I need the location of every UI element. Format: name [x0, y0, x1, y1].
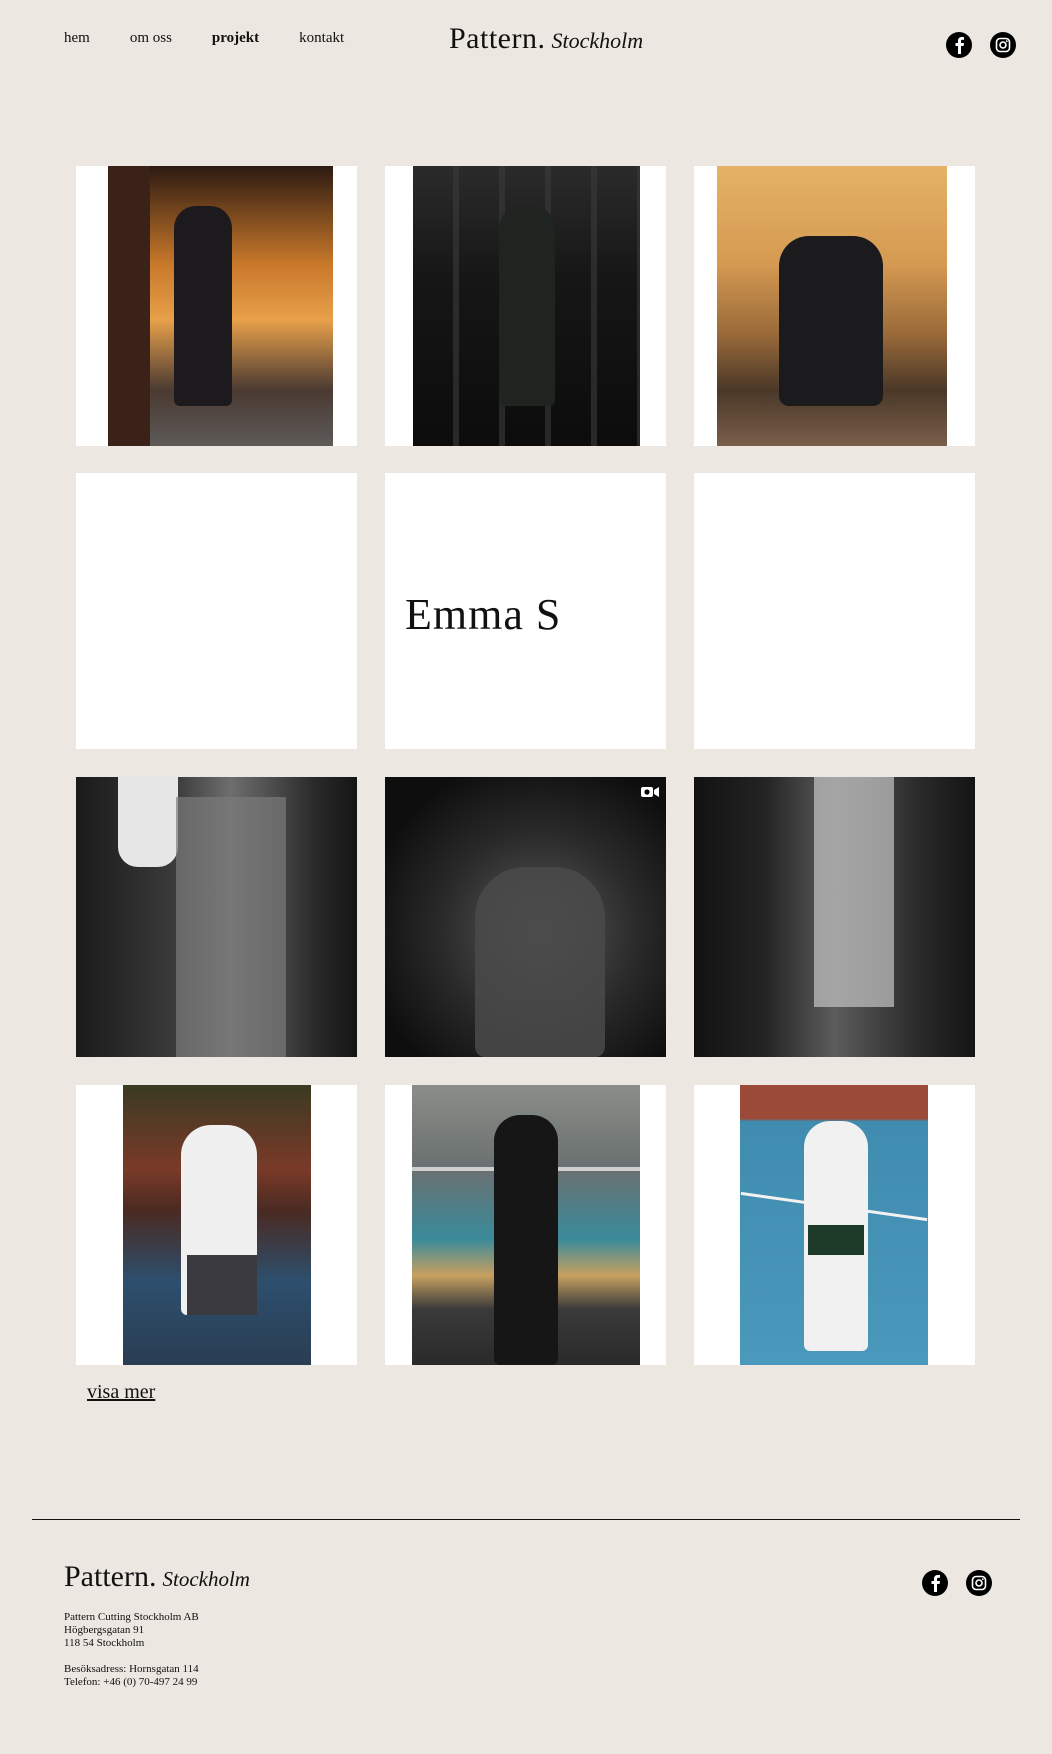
header-social-links	[946, 32, 1016, 58]
project-photo	[76, 777, 357, 1057]
project-tile[interactable]	[385, 166, 666, 446]
site-logo[interactable]: Pattern. Stockholm	[449, 22, 643, 56]
instagram-icon[interactable]	[966, 1570, 992, 1596]
footer-logo[interactable]: Pattern. Stockholm	[64, 1560, 250, 1594]
nav-item-projekt[interactable]: projekt	[212, 30, 259, 47]
project-photo	[123, 1085, 311, 1365]
street-address: Högbergsgatan 91	[64, 1624, 145, 1636]
project-photo	[108, 166, 333, 446]
company-name: Pattern Cutting Stockholm AB	[64, 1611, 199, 1623]
phone-number[interactable]: Telefon: +46 (0) 70-497 24 99	[64, 1676, 199, 1689]
project-photo	[412, 1085, 640, 1365]
facebook-icon[interactable]	[922, 1570, 948, 1596]
project-tile-blank[interactable]	[76, 473, 357, 749]
footer-logo-main: Pattern.	[64, 1560, 157, 1593]
project-photo	[694, 777, 975, 1057]
nav-item-hem[interactable]: hem	[64, 30, 90, 47]
brand-tile-text: Emma S	[405, 590, 562, 639]
logo-script: Stockholm	[551, 28, 644, 53]
nav-item-om-oss[interactable]: om oss	[130, 30, 172, 47]
project-photo	[385, 777, 666, 1057]
project-grid: Emma S	[76, 166, 975, 1365]
project-photo	[413, 166, 640, 446]
project-tile-blank[interactable]	[694, 473, 975, 749]
instagram-icon[interactable]	[990, 32, 1016, 58]
project-photo	[740, 1085, 928, 1365]
video-camera-icon	[641, 787, 659, 797]
footer-logo-script: Stockholm	[162, 1567, 250, 1591]
footer-contact-info: Pattern Cutting Stockholm AB Högbergsgat…	[64, 1611, 199, 1689]
project-tile[interactable]	[694, 1085, 975, 1365]
postal-city: 118 54 Stockholm	[64, 1637, 145, 1649]
visiting-address: Besöksadress: Hornsgatan 114	[64, 1663, 199, 1675]
project-tile-video[interactable]	[385, 777, 666, 1057]
brand-tile-emma-s[interactable]: Emma S	[385, 473, 666, 749]
footer-divider	[32, 1519, 1020, 1520]
project-tile[interactable]	[694, 777, 975, 1057]
main-nav: hem om oss projekt kontakt	[64, 30, 384, 47]
show-more-link[interactable]: visa mer	[87, 1381, 155, 1404]
project-photo	[717, 166, 947, 446]
project-tile[interactable]	[385, 1085, 666, 1365]
nav-item-kontakt[interactable]: kontakt	[299, 30, 344, 47]
facebook-icon[interactable]	[946, 32, 972, 58]
project-tile[interactable]	[76, 1085, 357, 1365]
project-tile[interactable]	[694, 166, 975, 446]
footer-social-links	[922, 1570, 992, 1596]
project-tile[interactable]	[76, 166, 357, 446]
logo-main: Pattern.	[449, 22, 546, 55]
project-tile[interactable]	[76, 777, 357, 1057]
